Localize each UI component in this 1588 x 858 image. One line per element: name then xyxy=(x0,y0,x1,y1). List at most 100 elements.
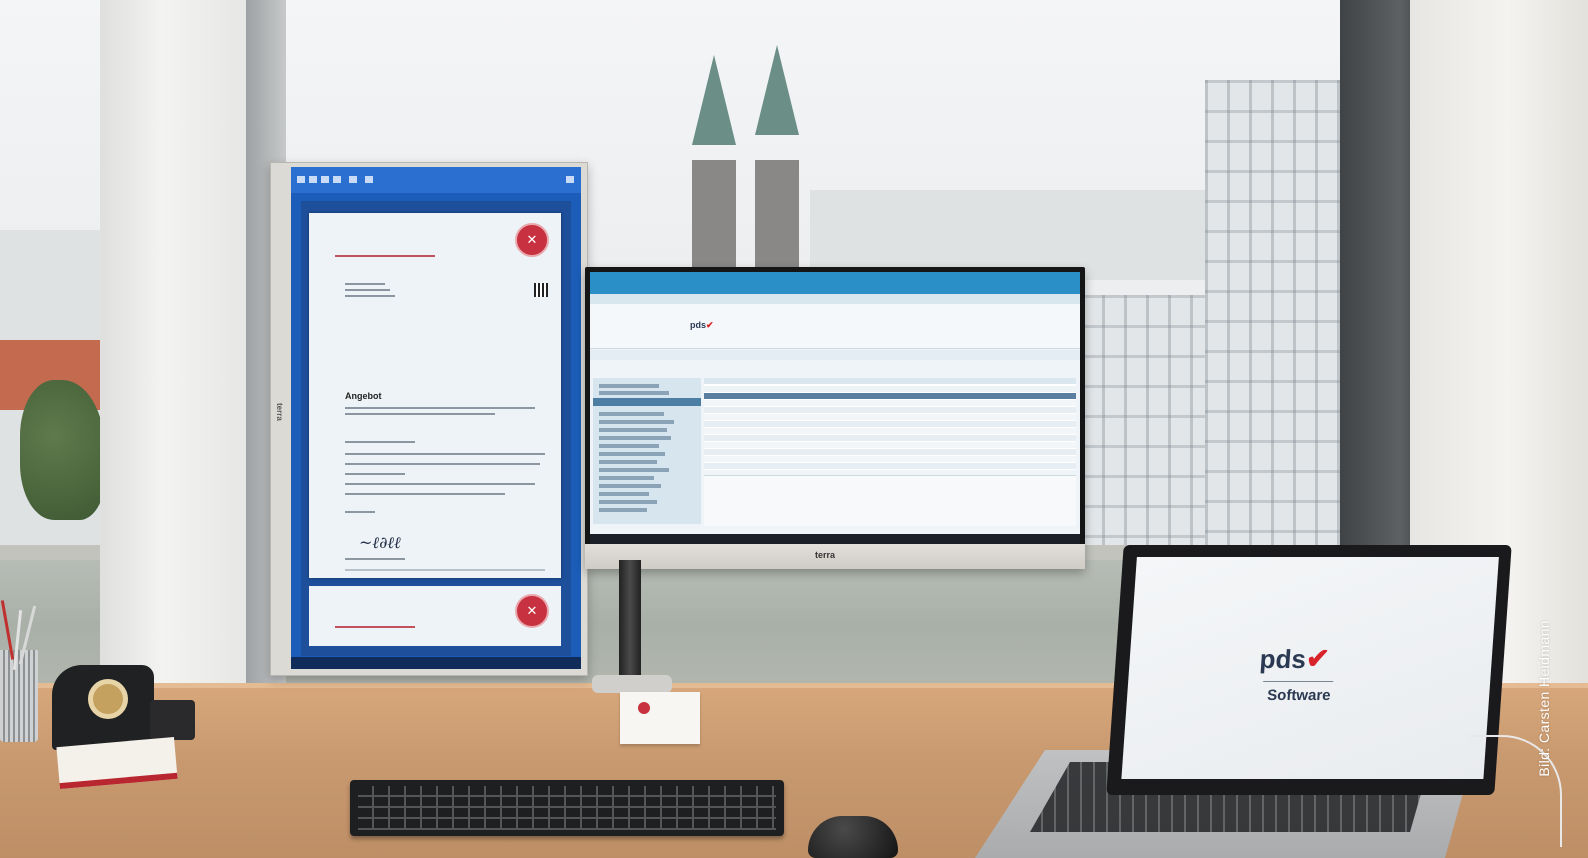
tape-roll xyxy=(88,679,128,719)
building-right-tall xyxy=(1205,80,1350,550)
portrait-monitor: terra ✕ Angebot ~ℓ∂ℓℓ ✕ xyxy=(270,162,588,676)
table-row[interactable] xyxy=(704,400,1076,406)
signature: ~ℓ∂ℓℓ xyxy=(359,533,401,552)
ribbon-toolbar[interactable] xyxy=(590,350,1080,360)
document-heading: Angebot xyxy=(345,391,382,401)
tree-item[interactable] xyxy=(599,500,657,504)
monitor-stand-base xyxy=(592,675,672,693)
address-line xyxy=(345,283,385,285)
monitor-brand: terra xyxy=(815,550,836,560)
company-seal-icon: ✕ xyxy=(515,594,549,628)
table-row[interactable] xyxy=(704,456,1076,462)
tree-item[interactable] xyxy=(599,452,665,456)
portrait-monitor-screen[interactable]: ✕ Angebot ~ℓ∂ℓℓ ✕ xyxy=(291,167,581,669)
footer-line xyxy=(345,569,545,571)
pdf-viewer-toolbar[interactable] xyxy=(291,167,581,193)
grid-header[interactable] xyxy=(704,378,1076,384)
tree-item[interactable] xyxy=(599,412,664,416)
check-icon: ✔ xyxy=(706,320,714,330)
monitor-stand-pole xyxy=(619,560,641,685)
pen-cup xyxy=(0,600,38,742)
menu-icon[interactable] xyxy=(566,176,574,183)
cathedral-spire-right xyxy=(755,45,799,135)
keyboard xyxy=(350,780,784,836)
document-area: ✕ Angebot ~ℓ∂ℓℓ ✕ xyxy=(301,201,571,656)
laptop-lid: pds✔ Software xyxy=(1106,545,1512,795)
toolbar-icon[interactable] xyxy=(321,176,329,183)
tree-item[interactable] xyxy=(599,436,671,440)
photo-credit: Bild: Carsten Heidmann xyxy=(1536,620,1552,777)
text-line xyxy=(345,483,535,485)
record-header xyxy=(590,304,1080,349)
toolbar-icon[interactable] xyxy=(333,176,341,183)
text-line xyxy=(345,463,540,465)
app-title-bar[interactable] xyxy=(590,272,1080,294)
text-line xyxy=(345,511,375,513)
tree-item[interactable] xyxy=(599,428,667,432)
toolbar-icon[interactable] xyxy=(365,176,373,183)
table-row[interactable] xyxy=(704,421,1076,427)
table-row[interactable] xyxy=(704,414,1076,420)
tree xyxy=(20,380,105,520)
detail-panel xyxy=(704,475,1076,526)
tree-item[interactable] xyxy=(599,384,659,388)
toolbar-icon[interactable] xyxy=(349,176,357,183)
logo-divider xyxy=(1263,681,1334,682)
stapler xyxy=(150,700,195,740)
table-row-selected[interactable] xyxy=(704,393,1076,399)
table-row[interactable] xyxy=(704,463,1076,469)
table-row[interactable] xyxy=(704,442,1076,448)
table-row[interactable] xyxy=(704,435,1076,441)
taskbar[interactable] xyxy=(590,534,1080,544)
letterhead-line xyxy=(335,626,415,628)
company-seal-icon: ✕ xyxy=(515,223,549,257)
keyboard-keys xyxy=(358,786,776,830)
center-monitor-screen[interactable]: pds✔ xyxy=(590,272,1080,544)
check-icon: ✔ xyxy=(1304,643,1331,674)
tree-item[interactable] xyxy=(599,444,659,448)
table-row[interactable] xyxy=(704,386,1076,392)
company-seal-icon xyxy=(638,702,650,714)
text-line xyxy=(345,407,535,409)
table-row[interactable] xyxy=(704,449,1076,455)
address-line xyxy=(345,295,395,297)
tree-item[interactable] xyxy=(599,508,647,512)
tree-item[interactable] xyxy=(599,391,669,395)
column xyxy=(100,0,255,700)
cathedral-tower-left xyxy=(692,160,736,270)
taskbar[interactable] xyxy=(291,657,581,669)
text-line xyxy=(345,453,545,455)
tree-selected-item[interactable] xyxy=(593,398,701,406)
toolbar-icon[interactable] xyxy=(297,176,305,183)
tree-item[interactable] xyxy=(599,484,661,488)
pds-logo-text: pds xyxy=(1258,644,1308,674)
app-logo-text: pds xyxy=(690,320,707,330)
tree-item[interactable] xyxy=(599,460,657,464)
monitor-brand: terra xyxy=(275,403,284,421)
app-tabs[interactable] xyxy=(590,294,1080,304)
document-page-2: ✕ xyxy=(309,586,561,646)
pds-logo: pds✔ xyxy=(1259,642,1331,675)
cathedral-tower-right xyxy=(755,160,799,270)
cathedral-spire-left xyxy=(692,55,736,145)
laptop-screen[interactable]: pds✔ Software xyxy=(1121,557,1499,779)
text-line xyxy=(345,413,495,415)
app-logo: pds✔ xyxy=(690,320,714,331)
data-grid[interactable] xyxy=(704,378,1076,470)
tree-item[interactable] xyxy=(599,468,669,472)
center-monitor: pds✔ terra xyxy=(585,267,1085,569)
letterhead-line xyxy=(335,255,435,257)
table-row[interactable] xyxy=(704,407,1076,413)
text-line xyxy=(345,493,505,495)
tape-dispenser xyxy=(52,665,154,750)
qr-code-icon xyxy=(534,283,548,297)
tree-item[interactable] xyxy=(599,420,674,424)
tree-item[interactable] xyxy=(599,476,654,480)
toolbar-icon[interactable] xyxy=(309,176,317,183)
text-line xyxy=(345,473,405,475)
tree-item[interactable] xyxy=(599,492,649,496)
tree-panel[interactable] xyxy=(593,378,701,524)
business-card-holder xyxy=(620,692,700,744)
text-line xyxy=(345,558,405,560)
table-row[interactable] xyxy=(704,428,1076,434)
